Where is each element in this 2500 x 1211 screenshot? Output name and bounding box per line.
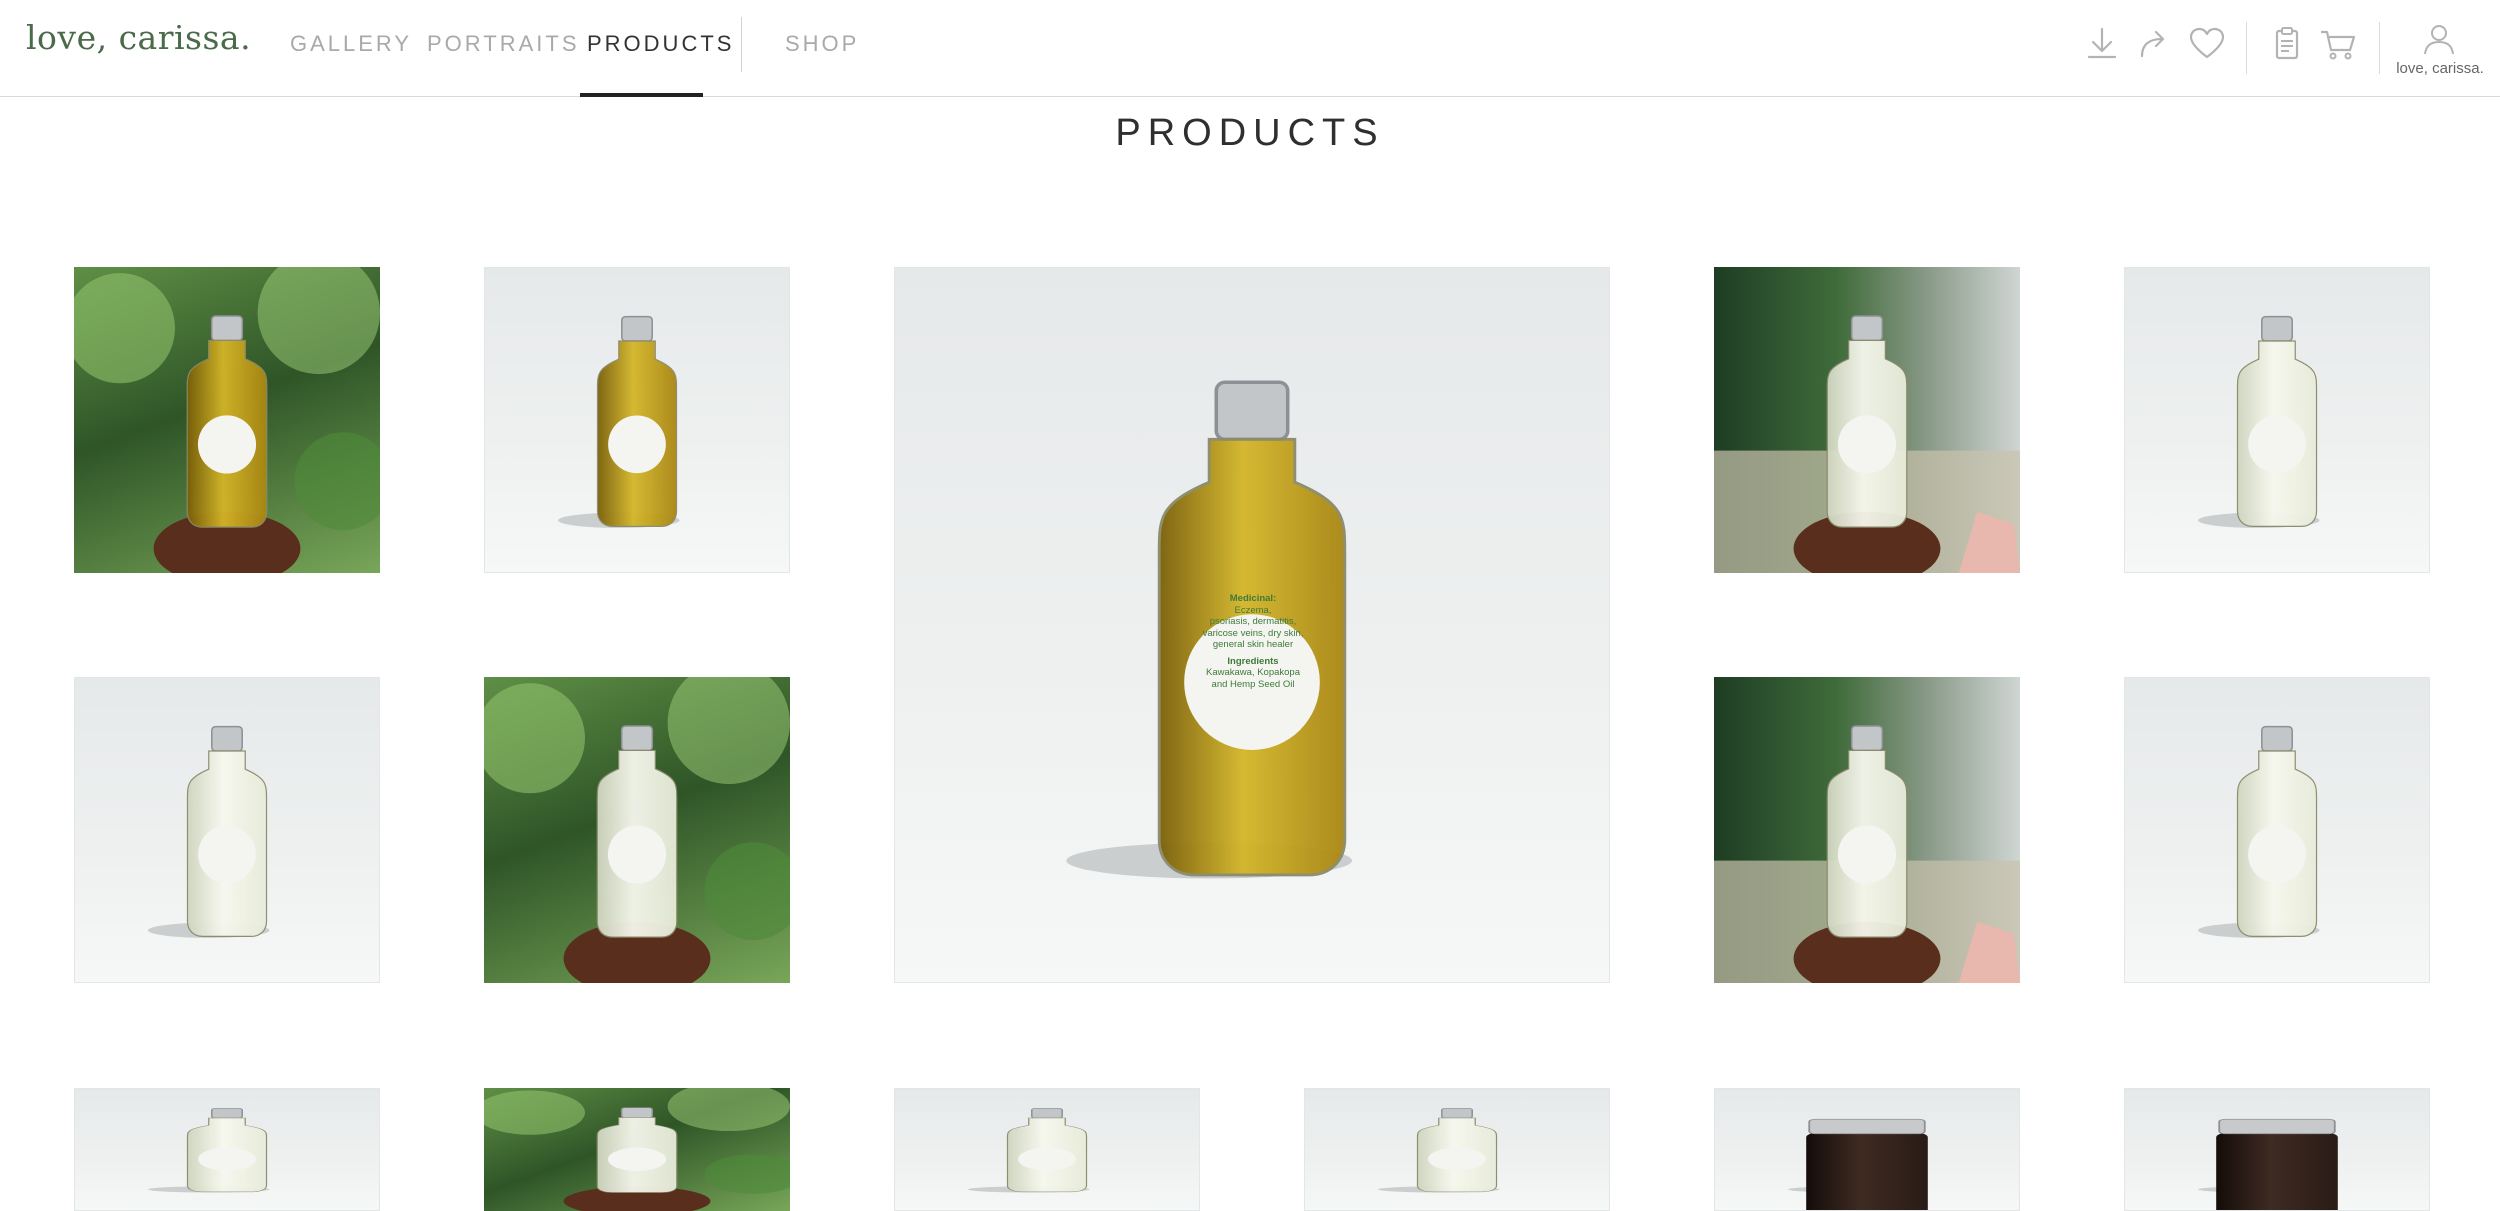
product-image-tile[interactable]	[1714, 1088, 2020, 1211]
header-divider	[2246, 22, 2247, 74]
site-header: love, carissa. GALLERY PORTRAITS PRODUCT…	[0, 0, 2500, 97]
product-bottle-photo	[74, 267, 380, 573]
label-medicinal-line: Eczema,	[1234, 604, 1272, 616]
download-icon	[2087, 27, 2117, 59]
clipboard-icon	[2275, 27, 2299, 60]
product-bottle-photo	[2197, 315, 2320, 528]
featured-product-image[interactable]: Medicinal: Eczema, psoriasis, dermatitis, v…	[894, 267, 1610, 983]
product-image-tile[interactable]	[2124, 267, 2430, 573]
heart-icon	[2189, 27, 2225, 59]
favorite-button[interactable]	[2187, 24, 2227, 64]
product-image-tile[interactable]	[74, 1088, 380, 1211]
active-nav-indicator	[580, 93, 703, 97]
share-button[interactable]	[2134, 24, 2174, 64]
user-icon	[2424, 25, 2454, 55]
nav-item-portraits[interactable]: PORTRAITS	[427, 31, 580, 57]
product-bottle-photo	[2197, 1118, 2338, 1210]
label-medicinal-line: general skin healer	[1212, 639, 1294, 650]
product-bottle-photo	[967, 1108, 1090, 1193]
label-ingredients-heading: Ingredients	[1227, 655, 1279, 667]
download-button[interactable]	[2082, 24, 2122, 64]
product-image-tile[interactable]	[484, 677, 790, 983]
nav-item-gallery[interactable]: GALLERY	[290, 31, 412, 57]
label-medicinal-line: varicose veins, dry skin,	[1202, 627, 1304, 639]
product-bottle-photo	[557, 315, 680, 528]
header-divider	[2379, 22, 2380, 74]
product-bottle-photo	[484, 677, 790, 983]
product-image-tile[interactable]	[2124, 1088, 2430, 1211]
product-image-tile[interactable]	[74, 677, 380, 983]
nav-item-products[interactable]: PRODUCTS	[587, 31, 734, 57]
product-image-tile[interactable]	[484, 267, 790, 573]
label-ingredients-line: Kawakawa, Kopakopa	[1205, 667, 1300, 678]
label-medicinal-heading: Medicinal:	[1229, 593, 1277, 604]
nav-divider	[741, 17, 742, 72]
product-image-tile[interactable]	[2124, 677, 2430, 983]
brand-logo[interactable]: love, carissa.	[26, 18, 251, 57]
page-title: PRODUCTS	[1115, 112, 1385, 154]
account-label: love, carissa.	[2396, 60, 2484, 77]
product-bottle-photo	[484, 1088, 790, 1211]
product-image-tile[interactable]	[894, 1088, 1200, 1211]
cart-button[interactable]	[2318, 24, 2358, 64]
product-image-tile[interactable]	[1304, 1088, 1610, 1211]
product-bottle-photo	[2197, 725, 2320, 938]
product-image-tile[interactable]	[1714, 677, 2020, 983]
product-bottle-photo	[1714, 725, 2020, 983]
product-image-tile[interactable]	[74, 267, 380, 573]
product-image-tile[interactable]	[1714, 267, 2020, 573]
bottle-label-text: Medicinal: Eczema, psoriasis, dermatitis, v…	[1180, 593, 1326, 690]
label-medicinal-line: psoriasis, dermatitis,	[1209, 616, 1297, 627]
product-bottle-photo	[1377, 1108, 1500, 1193]
label-ingredients-line: and Hemp Seed Oil	[1211, 678, 1295, 690]
share-icon	[2140, 30, 2165, 58]
product-bottle-photo	[1787, 1118, 1928, 1210]
cart-icon	[2321, 30, 2356, 60]
nav-item-shop[interactable]: SHOP	[785, 31, 859, 57]
account-button[interactable]: love, carissa.	[2390, 22, 2490, 82]
product-image-tile[interactable]	[484, 1088, 790, 1211]
product-bottle-photo	[147, 725, 270, 938]
product-bottle-photo	[147, 1108, 270, 1193]
product-bottle-photo	[1714, 315, 2020, 573]
orders-button[interactable]	[2267, 24, 2307, 64]
